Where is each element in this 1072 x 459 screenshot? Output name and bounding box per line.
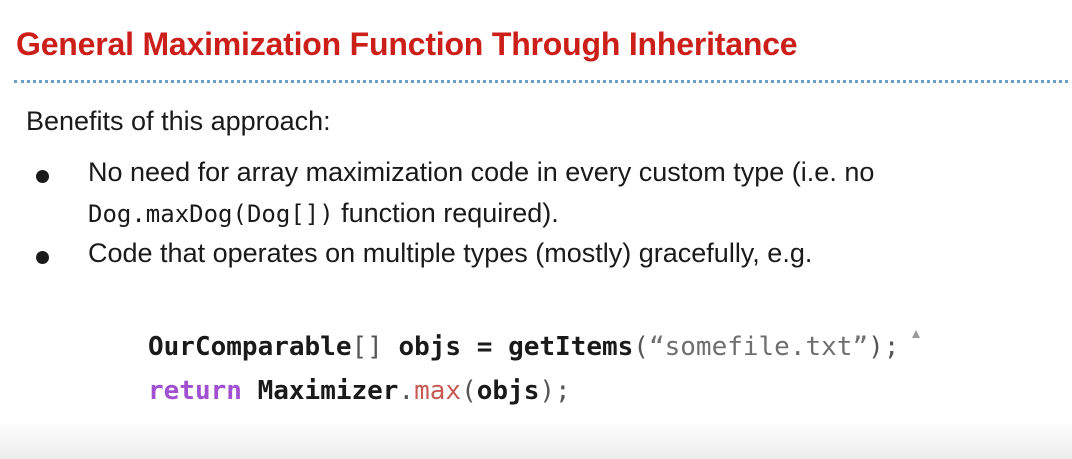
code-argument: objs: [476, 376, 540, 406]
code-line-1: OurComparable[] objs = getItems(“somefil…: [148, 332, 899, 362]
code-close: );: [868, 332, 900, 362]
code-line-2: return Maximizer.max(objs);: [148, 376, 571, 406]
slide-title: General Maximization Function Through In…: [16, 26, 798, 62]
intro-text: Benefits of this approach:: [26, 106, 331, 136]
bullet-2-line-1: Code that operates on multiple types (mo…: [88, 238, 813, 268]
title-divider: [14, 80, 1068, 83]
bullet-1-inline-code: Dog.maxDog(Dog[]): [88, 200, 334, 228]
code-keyword: return: [148, 376, 242, 406]
code-open-paren: (: [633, 332, 649, 362]
bullet-1-line-2: Dog.maxDog(Dog[]) function required).: [88, 198, 559, 229]
bullet-1-line-1: No need for array maximization code in e…: [88, 157, 875, 187]
code-variable: objs: [398, 332, 462, 362]
code-class: Maximizer: [257, 376, 399, 406]
code-string: “somefile.txt”: [648, 332, 869, 362]
slide: General Maximization Function Through In…: [0, 0, 1072, 459]
code-open-paren: (: [461, 376, 477, 406]
code-equals: =: [476, 332, 493, 362]
code-type: OurComparable: [148, 332, 352, 362]
code-brackets: []: [351, 332, 383, 362]
bullet-icon: [36, 170, 49, 183]
code-method: max: [414, 376, 462, 406]
bullet-icon: [36, 251, 49, 264]
code-close: );: [539, 376, 571, 406]
code-dot: .: [398, 376, 415, 406]
code-function: getItems: [508, 332, 634, 362]
bottom-fade: [0, 424, 1072, 459]
bullet-1-line-2-text: function required).: [333, 198, 559, 228]
mouse-cursor-icon: [912, 330, 920, 338]
